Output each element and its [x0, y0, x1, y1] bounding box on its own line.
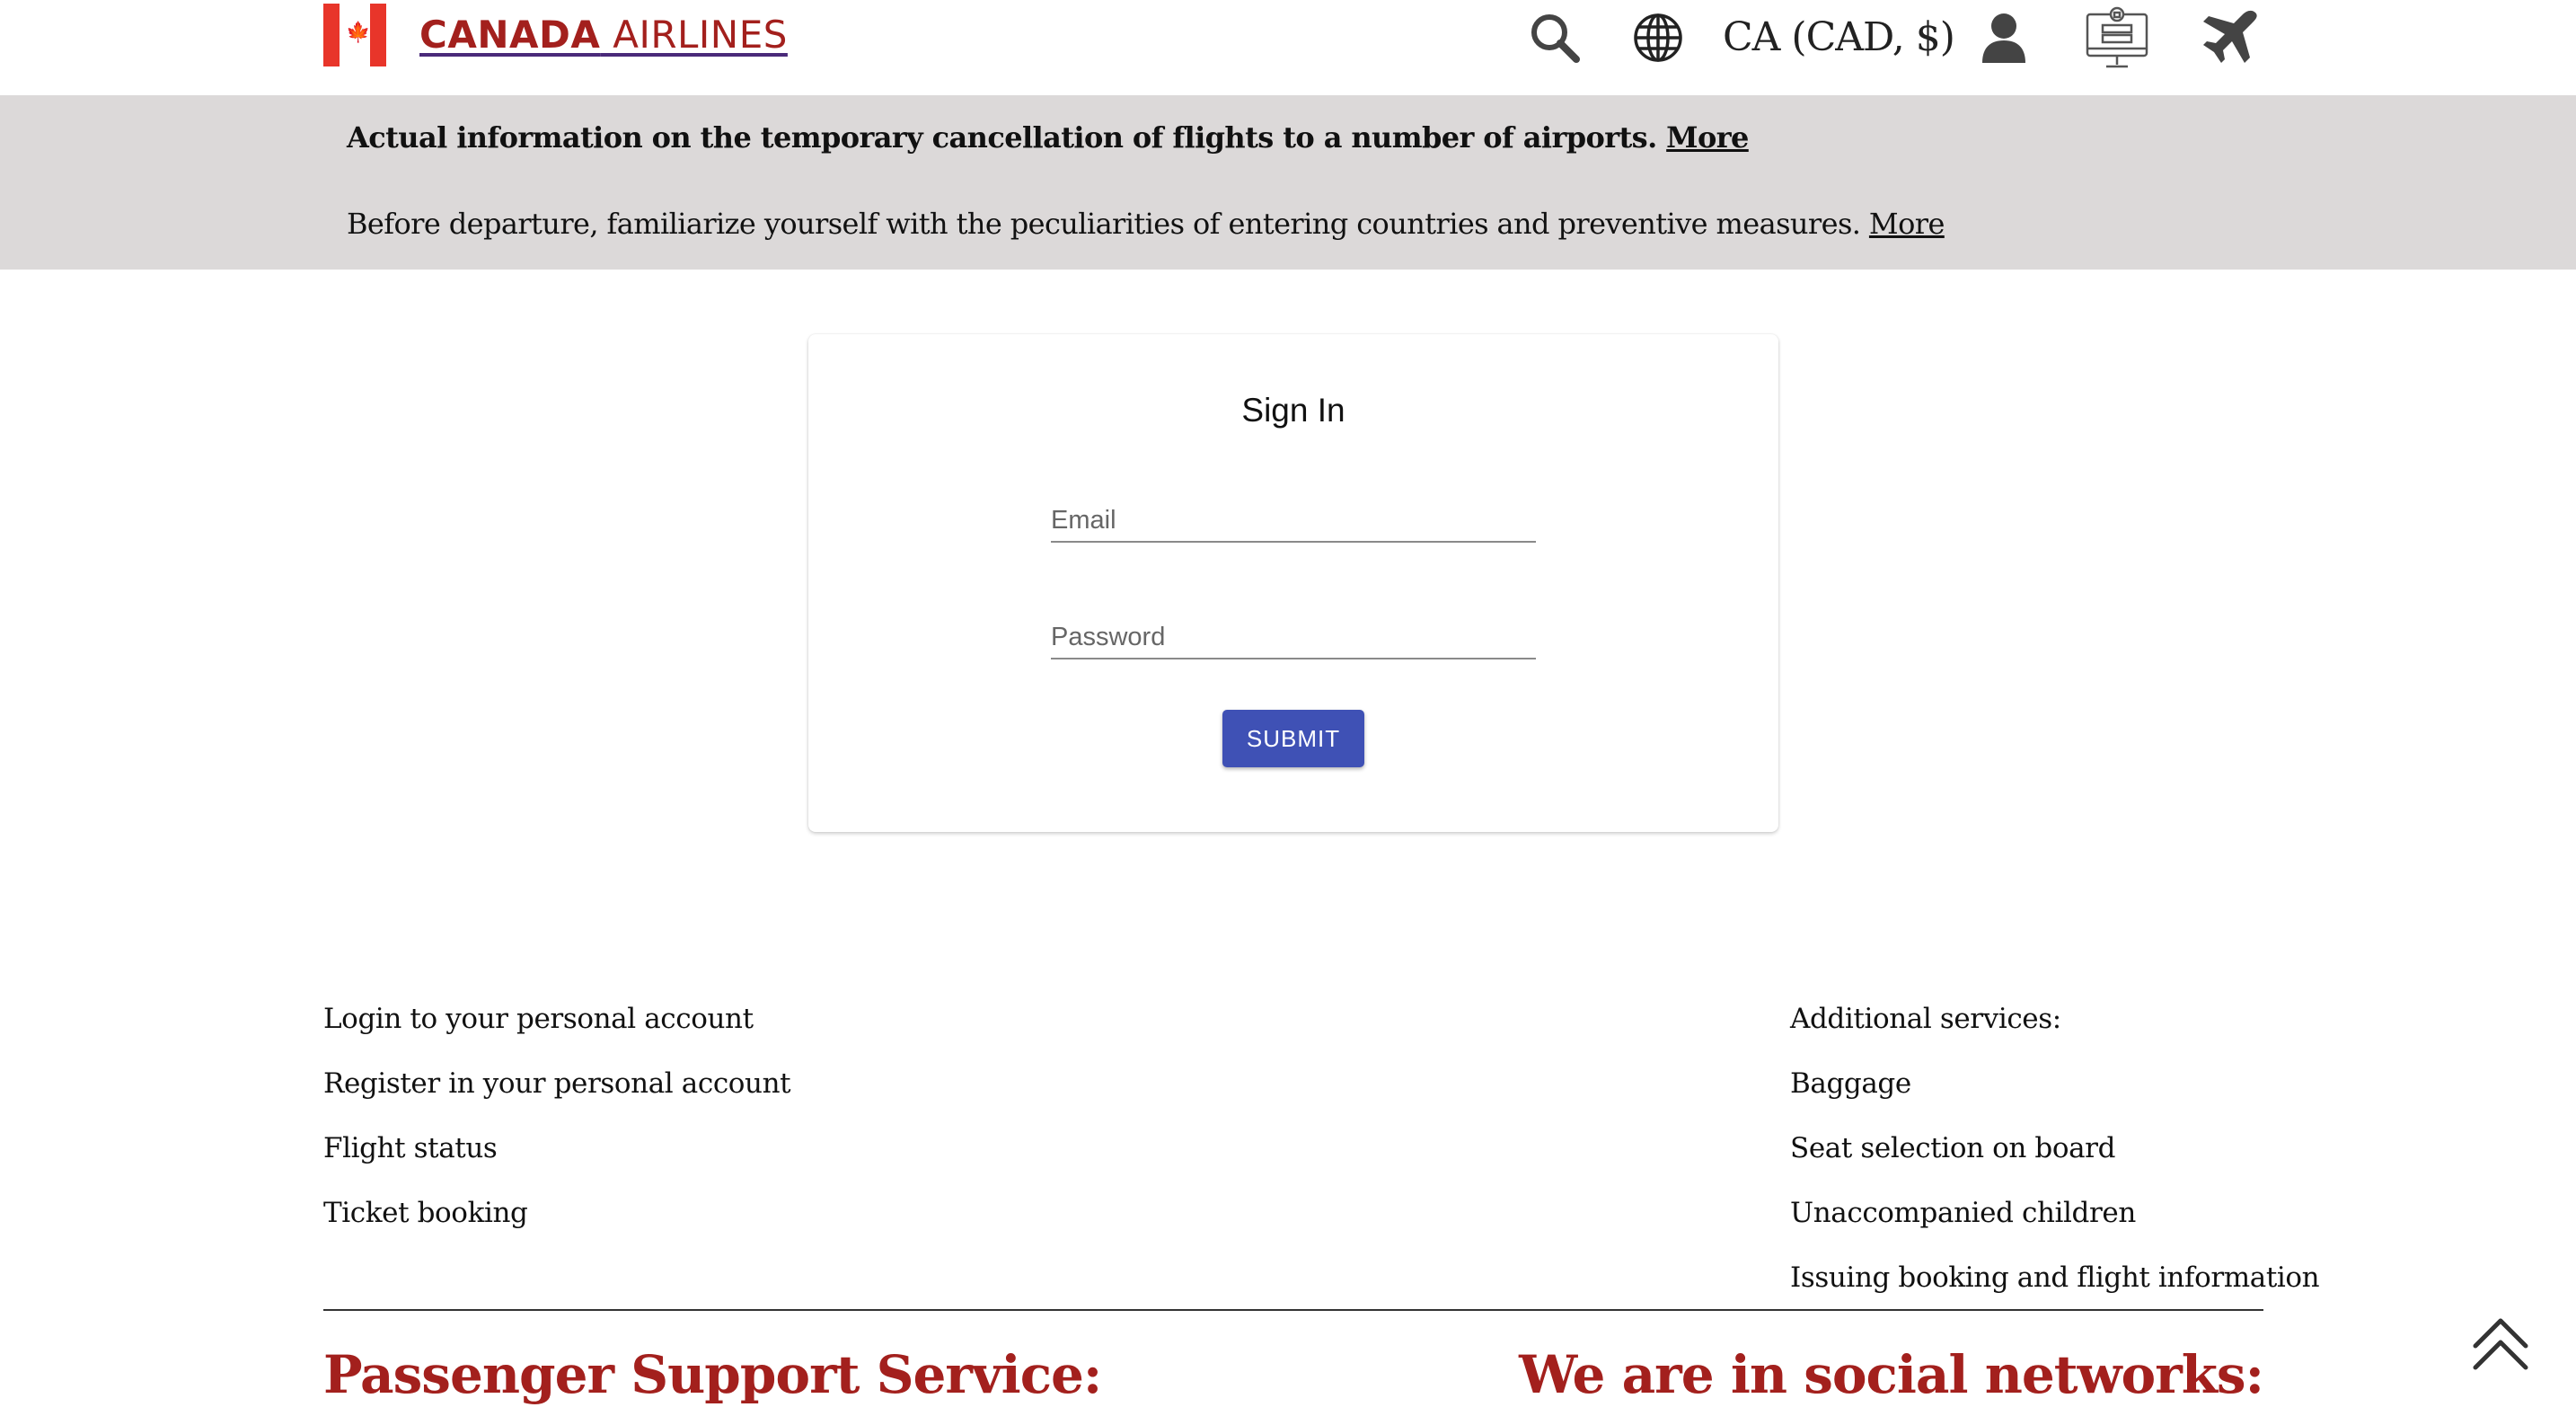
notice-cancellations: Actual information on the temporary canc…	[347, 120, 1749, 155]
footer-link-login[interactable]: Login to your personal account	[323, 987, 790, 1051]
footer-link-ticket-booking[interactable]: Ticket booking	[323, 1181, 790, 1245]
footer-services-heading: Additional services:	[1790, 1003, 2061, 1035]
notice-entry-rules: Before departure, familiarize yourself w…	[347, 207, 1945, 241]
social-heading: We are in social networks:	[1519, 1344, 2264, 1405]
plane-icon[interactable]	[2199, 5, 2262, 70]
submit-button[interactable]: SUBMIT	[1222, 710, 1364, 767]
password-input[interactable]	[1051, 623, 1536, 652]
email-input[interactable]	[1051, 506, 1536, 535]
password-field	[1051, 595, 1536, 659]
online-checkin-icon[interactable]	[2084, 5, 2150, 70]
footer-divider	[323, 1309, 2263, 1311]
footer-link-seat-selection[interactable]: Seat selection on board	[1790, 1116, 2319, 1181]
email-field	[1051, 478, 1536, 543]
notice-cancellations-more-link[interactable]: More	[1666, 120, 1749, 155]
search-icon[interactable]	[1527, 5, 1583, 70]
currency-selector[interactable]: CA (CAD, $)	[1723, 11, 1955, 65]
globe-icon[interactable]	[1631, 5, 1685, 70]
notice-entry-rules-more-link[interactable]: More	[1869, 207, 1945, 241]
footer-link-booking-info[interactable]: Issuing booking and flight information	[1790, 1245, 2320, 1310]
site-header: 🍁 CANADA AIRLINES CA (CAD, $)	[0, 0, 2576, 95]
support-heading: Passenger Support Service:	[323, 1344, 1102, 1405]
user-icon[interactable]	[1979, 5, 2029, 70]
signin-title: Sign In	[1241, 392, 1345, 429]
footer-link-flight-status[interactable]: Flight status	[323, 1116, 790, 1181]
brand-name: CANADA AIRLINES	[419, 13, 788, 57]
footer-link-register[interactable]: Register in your personal account	[323, 1051, 791, 1116]
footer-services-links: Additional services: Baggage Seat select…	[1790, 987, 2320, 1310]
back-to-top-icon[interactable]	[2470, 1312, 2531, 1376]
footer-account-links: Login to your personal account Register …	[323, 987, 791, 1245]
home-logo-link[interactable]: 🍁 CANADA AIRLINES	[323, 4, 788, 66]
footer-link-baggage[interactable]: Baggage	[1790, 1051, 2319, 1116]
canada-flag-icon: 🍁	[323, 4, 386, 66]
footer-link-unaccompanied-children[interactable]: Unaccompanied children	[1790, 1181, 2319, 1245]
notice-banner: Actual information on the temporary canc…	[0, 95, 2576, 270]
